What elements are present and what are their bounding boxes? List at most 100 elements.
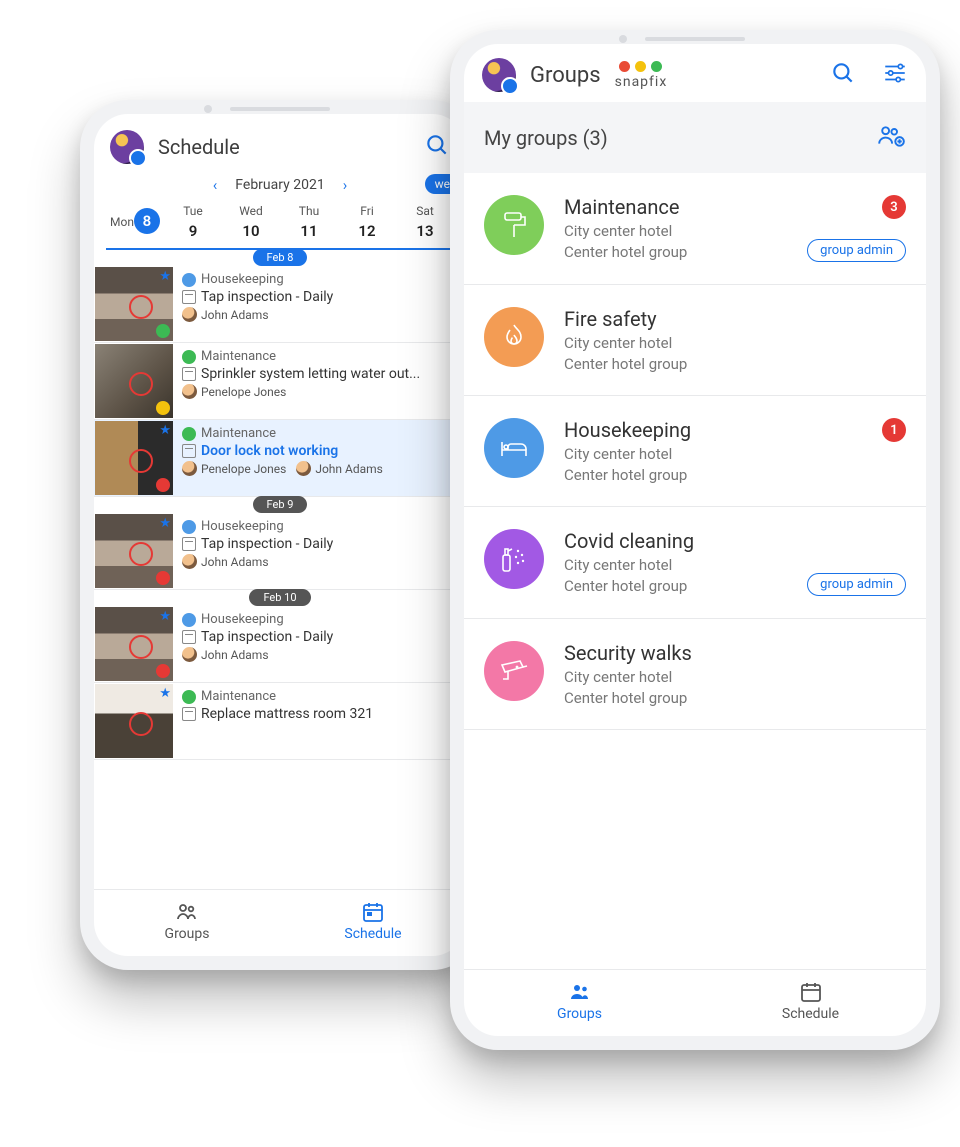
group-subtitle2: Center hotel group xyxy=(564,689,886,707)
day-of-week: Wed xyxy=(239,204,263,218)
group-icon xyxy=(484,307,544,367)
assignee-avatar xyxy=(296,461,311,476)
day-of-week: Sat xyxy=(416,204,434,218)
task-thumbnail: ★ xyxy=(95,267,173,341)
day-number: 8 xyxy=(134,208,160,234)
task-category: Housekeeping xyxy=(201,612,284,627)
phone-groups: Groups snapfix My groups (3) Maintenance xyxy=(450,30,940,1050)
task-category: Housekeeping xyxy=(201,519,284,534)
category-chip xyxy=(182,350,196,364)
task-thumbnail: ★ xyxy=(95,514,173,588)
task-title: Sprinkler system letting water out... xyxy=(201,366,420,382)
search-icon[interactable] xyxy=(830,60,856,90)
task-row[interactable]: Maintenance Sprinkler system letting wat… xyxy=(94,343,466,420)
group-subtitle: City center hotel xyxy=(564,445,862,463)
star-icon: ★ xyxy=(159,269,171,284)
nav-groups[interactable]: Groups xyxy=(464,970,695,1036)
add-group-icon[interactable] xyxy=(876,120,906,155)
avatar[interactable] xyxy=(110,130,144,164)
task-title: Tap inspection - Daily xyxy=(201,289,333,305)
next-month-button[interactable]: › xyxy=(343,176,348,194)
task-row[interactable]: ★ Maintenance Replace mattress room 321 xyxy=(94,683,466,760)
nav-groups[interactable]: Groups xyxy=(94,890,280,956)
assignee-avatar xyxy=(182,647,197,662)
page-title: Schedule xyxy=(158,135,240,159)
day-number: 13 xyxy=(396,222,454,240)
notification-badge: 3 xyxy=(882,195,906,219)
task-title: Door lock not working xyxy=(201,443,338,459)
day-column[interactable]: Sat 13 xyxy=(396,204,454,248)
day-column[interactable]: Thu11 xyxy=(280,204,338,248)
groups-subheader: My groups (3) xyxy=(464,102,926,173)
task-category: Maintenance xyxy=(201,426,276,441)
nav-label: Groups xyxy=(165,926,210,942)
assignee-name: John Adams xyxy=(201,308,269,322)
day-column[interactable]: Tue9 xyxy=(164,204,222,248)
prev-month-button[interactable]: ‹ xyxy=(213,176,218,194)
task-category: Maintenance xyxy=(201,349,276,364)
group-list: Maintenance City center hotel Center hot… xyxy=(464,173,926,969)
avatar[interactable] xyxy=(482,58,516,92)
status-dot xyxy=(156,664,170,678)
day-of-week: Mon xyxy=(110,215,134,229)
assignees: Penelope JonesJohn Adams xyxy=(182,461,458,476)
group-item[interactable]: Security walks City center hotel Center … xyxy=(464,619,926,730)
group-name: Security walks xyxy=(564,641,886,665)
brand-name: snapfix xyxy=(615,74,668,90)
filter-icon[interactable] xyxy=(882,60,908,90)
star-icon: ★ xyxy=(159,423,171,438)
calendar-icon xyxy=(182,707,196,721)
day-of-week: Tue xyxy=(183,204,203,218)
group-item[interactable]: Covid cleaning City center hotel Center … xyxy=(464,507,926,619)
assignee-name: John Adams xyxy=(201,555,269,569)
assignees: John Adams xyxy=(182,647,458,662)
task-row[interactable]: ★ Housekeeping Tap inspection - Daily Jo… xyxy=(94,266,466,343)
day-column[interactable]: Mon8 xyxy=(106,204,164,248)
group-subtitle2: Center hotel group xyxy=(564,243,787,261)
month-picker: ‹ February 2021 › we xyxy=(106,176,454,194)
day-column[interactable]: Fri12 xyxy=(338,204,396,248)
task-row[interactable]: ★ Housekeeping Tap inspection - Daily Jo… xyxy=(94,513,466,590)
day-column[interactable]: Wed 10 xyxy=(222,204,280,248)
star-icon: ★ xyxy=(159,516,171,531)
task-row[interactable]: ★ Maintenance Door lock not working Pene… xyxy=(94,420,466,497)
calendar-icon xyxy=(182,444,196,458)
group-icon xyxy=(484,418,544,478)
task-title: Replace mattress room 321 xyxy=(201,706,373,722)
nav-schedule[interactable]: Schedule xyxy=(280,890,466,956)
category-chip xyxy=(182,273,196,287)
group-icon xyxy=(484,641,544,701)
assignee-name: John Adams xyxy=(315,462,383,476)
week-days: Mon8Tue9 Wed 10Thu11Fri12 Sat 13 xyxy=(106,204,454,250)
group-name: Housekeeping xyxy=(564,418,862,442)
app-header: Schedule xyxy=(94,114,466,172)
calendar-icon xyxy=(182,537,196,551)
task-title: Tap inspection - Daily xyxy=(201,536,333,552)
group-item[interactable]: Maintenance City center hotel Center hot… xyxy=(464,173,926,285)
role-pill: group admin xyxy=(807,239,906,262)
app-header: Groups snapfix xyxy=(464,44,926,102)
group-name: Maintenance xyxy=(564,195,787,219)
group-name: Fire safety xyxy=(564,307,886,331)
category-chip xyxy=(182,427,196,441)
group-item[interactable]: Housekeeping City center hotel Center ho… xyxy=(464,396,926,507)
assignee-avatar xyxy=(182,461,197,476)
task-thumbnail xyxy=(95,344,173,418)
assignee-name: John Adams xyxy=(201,648,269,662)
month-label: February 2021 xyxy=(235,177,324,193)
task-row[interactable]: ★ Housekeeping Tap inspection - Daily Jo… xyxy=(94,606,466,683)
nav-label: Groups xyxy=(557,1006,602,1022)
date-separator: Feb 10 xyxy=(94,589,466,606)
date-separator: Feb 9 xyxy=(94,496,466,513)
assignee-avatar xyxy=(182,554,197,569)
group-item[interactable]: Fire safety City center hotel Center hot… xyxy=(464,285,926,396)
assignees: John Adams xyxy=(182,307,458,322)
search-icon[interactable] xyxy=(424,132,450,162)
nav-label: Schedule xyxy=(344,926,401,942)
date-separator: Feb 8 xyxy=(94,250,466,266)
day-number: 10 xyxy=(222,222,280,240)
nav-schedule[interactable]: Schedule xyxy=(695,970,926,1036)
day-of-week: Fri xyxy=(360,204,373,218)
group-icon xyxy=(484,529,544,589)
category-chip xyxy=(182,520,196,534)
